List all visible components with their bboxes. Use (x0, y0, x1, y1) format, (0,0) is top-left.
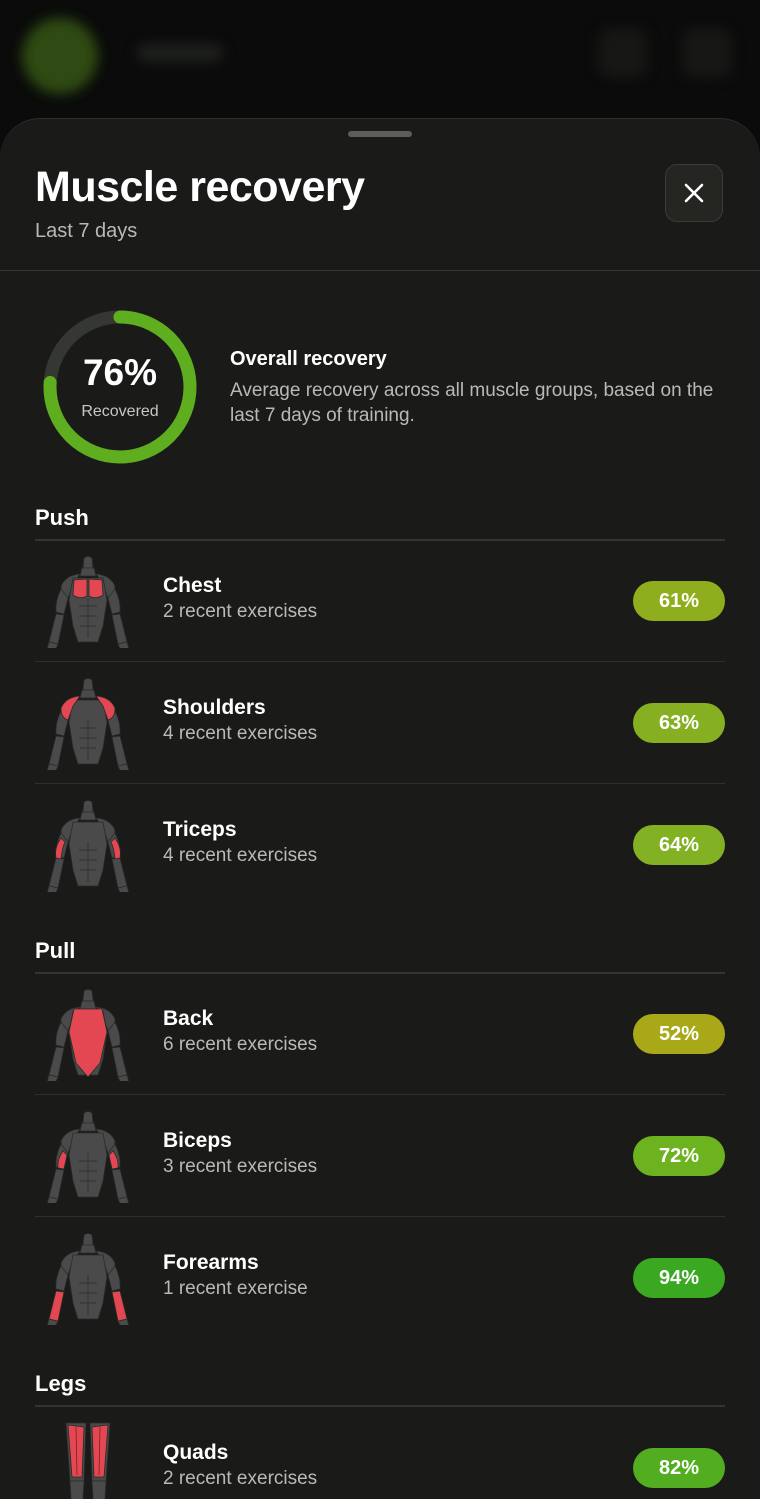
overall-recovery-label: Recovered (81, 403, 159, 420)
sheet-subtitle: Last 7 days (35, 220, 138, 242)
muscle-name: Quads (163, 1441, 229, 1464)
muscle-name: Triceps (163, 818, 237, 841)
body-segment (48, 1046, 65, 1078)
muscle-exercise-count: 2 recent exercises (163, 1468, 318, 1489)
overall-recovery-value: 76% (82, 352, 158, 393)
muscle-row-biceps[interactable]: Biceps 3 recent exercises 72% (35, 1095, 725, 1217)
body-segment (48, 857, 65, 889)
muscle-exercise-count: 4 recent exercises (163, 845, 318, 866)
recovery-badge: 72% (633, 1136, 725, 1176)
leg-segment (91, 1480, 107, 1499)
muscle-exercise-count: 2 recent exercises (163, 601, 318, 622)
body-segment (79, 689, 97, 699)
body-segment (48, 1168, 65, 1200)
background-avatar (22, 18, 98, 94)
forearms-highlight (48, 1290, 65, 1322)
forearms-body-figure (46, 1233, 130, 1325)
muscle-row-triceps[interactable]: Triceps 4 recent exercises 64% (35, 784, 725, 906)
muscle-name: Shoulders (163, 696, 266, 719)
close-button[interactable] (665, 164, 723, 222)
muscle-name: Back (163, 1007, 214, 1030)
muscle-exercise-count: 1 recent exercise (163, 1278, 308, 1299)
shoulders-body-figure (46, 678, 130, 770)
triceps-body-figure (46, 800, 130, 892)
muscle-row-quads[interactable]: Quads 2 recent exercises 82% (35, 1407, 725, 1499)
body-segment (111, 735, 128, 767)
muscle-row-chest[interactable]: Chest 2 recent exercises 61% (35, 540, 725, 662)
sheet-grabber[interactable] (348, 131, 412, 137)
overall-recovery-description: Average recovery across all muscle group… (230, 380, 714, 426)
background-name (138, 44, 222, 62)
section-title-legs: Legs (35, 1371, 87, 1396)
background-button (682, 28, 732, 78)
body-segment (48, 613, 65, 645)
body-segment (48, 735, 65, 767)
muscle-exercise-count: 3 recent exercises (163, 1156, 318, 1177)
muscle-row-shoulders[interactable]: Shoulders 4 recent exercises 63% (35, 662, 725, 784)
section-title-push: Push (35, 505, 89, 530)
body-segment (111, 1046, 128, 1078)
body-segment (111, 857, 128, 889)
muscle-recovery-sheet: Muscle recovery Last 7 days 76% Recovere… (0, 118, 760, 1499)
sheet-title: Muscle recovery (35, 163, 365, 211)
body-segment (79, 1244, 97, 1254)
close-icon (684, 183, 704, 203)
header-divider (0, 270, 760, 271)
body-segment (79, 1000, 97, 1010)
forearms-highlight (111, 1290, 128, 1322)
muscle-exercise-count: 6 recent exercises (163, 1034, 318, 1055)
recovery-badge: 63% (633, 703, 725, 743)
recovery-badge: 82% (633, 1448, 725, 1488)
biceps-body-figure (46, 1111, 130, 1203)
recovery-badge: 52% (633, 1014, 725, 1054)
body-segment (79, 567, 97, 577)
body-segment (111, 613, 128, 645)
recovery-badge: 64% (633, 825, 725, 865)
leg-segment (69, 1480, 85, 1499)
recovery-badge: 94% (633, 1258, 725, 1298)
back-body-figure (46, 989, 130, 1081)
body-segment (111, 1168, 128, 1200)
muscle-row-back[interactable]: Back 6 recent exercises 52% (35, 973, 725, 1095)
body-segment (79, 811, 97, 821)
overall-recovery-title: Overall recovery (230, 348, 387, 370)
muscle-exercise-count: 4 recent exercises (163, 723, 318, 744)
muscle-name: Forearms (163, 1251, 259, 1274)
chest-body-figure (46, 556, 130, 648)
muscle-name: Biceps (163, 1129, 232, 1152)
body-segment (79, 1122, 97, 1132)
background-button (598, 28, 648, 78)
muscle-row-forearms[interactable]: Forearms 1 recent exercise 94% (35, 1217, 725, 1339)
background-app-header (0, 0, 760, 130)
quads-legs-figure (65, 1422, 111, 1499)
section-title-pull: Pull (35, 938, 76, 963)
recovery-badge: 61% (633, 581, 725, 621)
muscle-name: Chest (163, 574, 222, 597)
back-highlight (68, 1008, 108, 1078)
